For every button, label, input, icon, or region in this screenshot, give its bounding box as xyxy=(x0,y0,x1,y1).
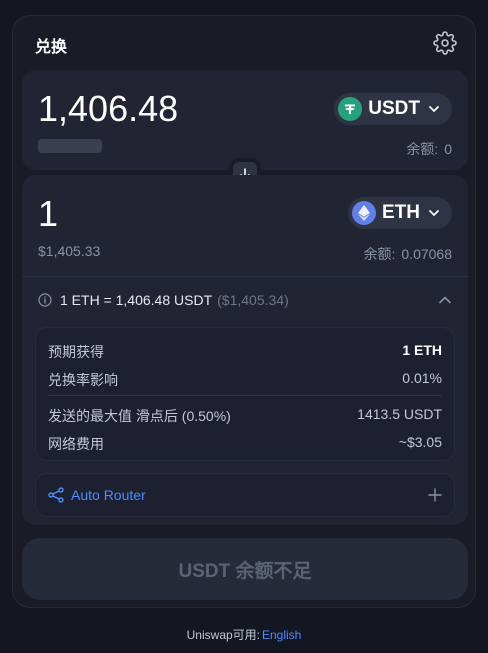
exchange-rate-usd: ($1,405.34) xyxy=(217,292,289,308)
divider xyxy=(22,276,468,277)
output-token-selector[interactable]: ETH xyxy=(348,197,452,229)
exchange-rate: 1 ETH = 1,406.48 USDT xyxy=(60,292,213,308)
eth-token-icon xyxy=(352,201,376,225)
divider xyxy=(48,395,442,396)
output-token-symbol: ETH xyxy=(382,202,420,223)
language-link[interactable]: English xyxy=(262,628,301,642)
detail-value: 1413.5 USDT xyxy=(357,406,442,422)
input-amount[interactable]: 1,406.48 xyxy=(38,88,178,130)
detail-label: 预期获得 xyxy=(48,344,104,360)
gear-icon[interactable] xyxy=(433,31,457,55)
input-token-symbol: USDT xyxy=(368,98,420,119)
output-amount[interactable]: 1 xyxy=(38,193,58,235)
output-balance: 余额: 0.07068 xyxy=(364,244,453,264)
detail-value: ~$3.05 xyxy=(398,434,442,450)
footer: Uniswap可用: English xyxy=(0,626,488,643)
detail-label: 网络费用 xyxy=(48,436,104,452)
swap-card: 兑换 1,406.48 USDT 余额: 0 1 $1,405.33 ETH 余… xyxy=(12,15,476,608)
input-token-selector[interactable]: USDT xyxy=(334,93,452,125)
detail-value: 1 ETH xyxy=(402,342,442,358)
detail-row: 预期获得 1 ETH xyxy=(48,342,442,362)
input-usd-placeholder xyxy=(38,139,102,153)
chevron-up-icon xyxy=(439,296,451,304)
input-balance: 余额: 0 xyxy=(406,139,452,159)
plus-icon xyxy=(428,488,442,502)
page-title: 兑换 xyxy=(35,39,68,56)
detail-row: 网络费用 ~$3.05 xyxy=(48,434,442,454)
chevron-down-icon xyxy=(429,210,439,216)
detail-row: 兑换率影响 0.01% xyxy=(48,370,442,390)
detail-label: 发送的最大值 滑点后 (0.50%) xyxy=(48,408,231,424)
auto-router-toggle[interactable]: Auto Router xyxy=(35,473,455,517)
chevron-down-icon xyxy=(429,106,439,112)
output-panel: 1 $1,405.33 ETH 余额: 0.07068 1 ETH = 1,406… xyxy=(22,175,468,525)
detail-value: 0.01% xyxy=(402,370,442,386)
input-balance-label: 余额: xyxy=(406,141,439,157)
input-balance-value: 0 xyxy=(444,141,452,157)
detail-row: 发送的最大值 滑点后 (0.50%) 1413.5 USDT xyxy=(48,406,442,426)
output-usd-value: $1,405.33 xyxy=(38,243,101,259)
insufficient-balance-button[interactable]: USDT 余额不足 xyxy=(22,538,468,600)
share-route-icon xyxy=(48,487,64,503)
detail-label: 兑换率影响 xyxy=(48,372,118,388)
output-balance-label: 余额: xyxy=(363,246,396,262)
rate-toggle[interactable]: 1 ETH = 1,406.48 USDT ($1,405.34) xyxy=(38,290,452,310)
auto-router-label: Auto Router xyxy=(71,487,146,503)
info-icon xyxy=(38,293,52,307)
trade-details: 预期获得 1 ETH 兑换率影响 0.01% 发送的最大值 滑点后 (0.50%… xyxy=(35,327,455,461)
footer-text: Uniswap可用: xyxy=(186,628,260,642)
usdt-token-icon xyxy=(338,97,363,121)
input-panel: 1,406.48 USDT 余额: 0 xyxy=(22,70,468,170)
output-balance-value: 0.07068 xyxy=(401,246,452,262)
